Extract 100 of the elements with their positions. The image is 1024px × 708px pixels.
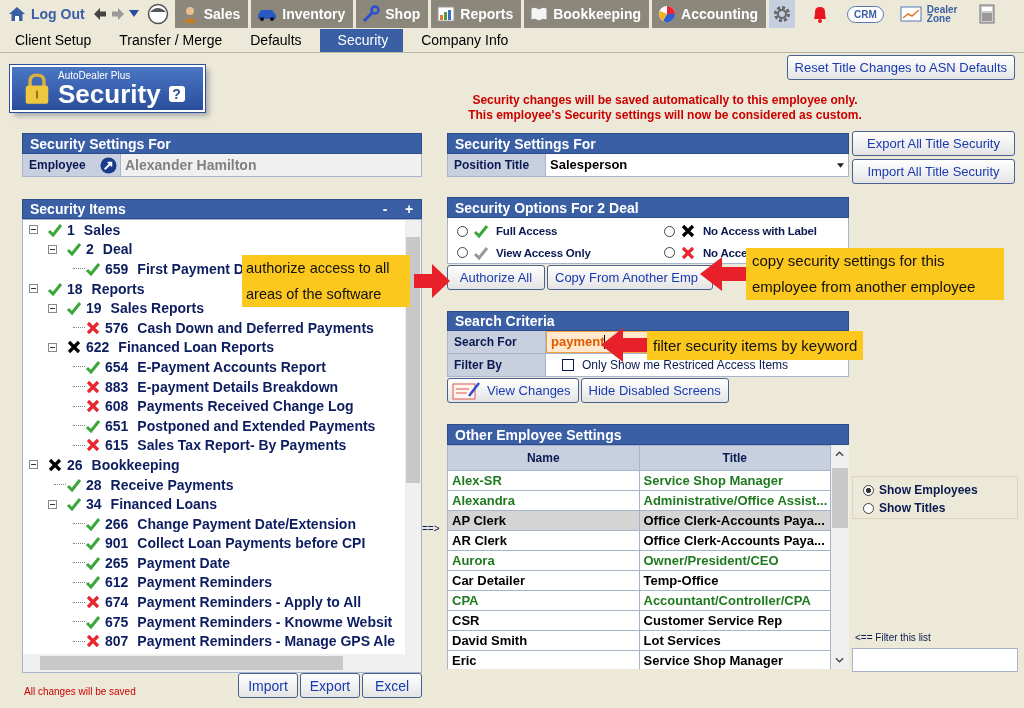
tree-item[interactable]: Sales Tax Report- By Payments bbox=[137, 437, 347, 454]
tree-item[interactable]: Payment Reminders - Knowme Websit bbox=[137, 613, 393, 630]
table-row[interactable]: CPA Accountant/Controller/CPA bbox=[447, 590, 831, 611]
nav-tab[interactable]: Reports bbox=[431, 0, 522, 28]
tree-toggle-icon[interactable] bbox=[29, 225, 38, 235]
chart-screen-icon[interactable] bbox=[899, 6, 922, 22]
table-row[interactable]: Eric Service Shop Manager bbox=[447, 650, 831, 669]
crm-button[interactable]: CRM bbox=[847, 5, 884, 23]
column-header[interactable]: Title bbox=[639, 445, 831, 471]
expand-all-button[interactable]: + bbox=[397, 200, 421, 218]
table-row[interactable]: AP Clerk Office Clerk-Accounts Paya... bbox=[447, 510, 831, 531]
tree-item[interactable]: Payment Reminders - Manage GPS Ale bbox=[137, 633, 396, 650]
tree-item[interactable]: Bookkeeping bbox=[91, 456, 180, 473]
column-header[interactable]: Name bbox=[447, 445, 639, 471]
home-icon[interactable] bbox=[7, 4, 27, 24]
action-button[interactable]: Copy From Another Emp bbox=[547, 265, 713, 290]
collapse-all-button[interactable]: - bbox=[373, 200, 397, 218]
settings-icon[interactable] bbox=[772, 4, 793, 24]
tree-toggle-icon[interactable] bbox=[48, 244, 57, 254]
tree-item[interactable]: Reports bbox=[91, 280, 145, 297]
tree-toggle-icon[interactable] bbox=[29, 284, 38, 294]
scroll-down-icon[interactable] bbox=[835, 657, 844, 663]
item-number: 675 bbox=[105, 613, 129, 630]
tree-item[interactable]: Deal bbox=[102, 241, 133, 258]
tree-item[interactable]: Sales Reports bbox=[110, 300, 204, 317]
table-cell: Alex-SR bbox=[447, 470, 639, 491]
action-button[interactable]: Import bbox=[238, 673, 298, 698]
pointer-arrow bbox=[414, 264, 450, 298]
tree-item[interactable]: Postponed and Extended Payments bbox=[137, 417, 376, 434]
tab[interactable]: Company Info bbox=[411, 29, 519, 52]
action-button[interactable]: Export bbox=[300, 673, 360, 698]
table-row[interactable]: Alex-SR Service Shop Manager bbox=[447, 470, 831, 491]
vertical-scrollbar[interactable] bbox=[831, 445, 849, 669]
logout-link[interactable]: Log Out bbox=[31, 6, 85, 22]
horizontal-scrollbar[interactable] bbox=[23, 654, 421, 672]
tab[interactable]: Transfer / Merge bbox=[109, 29, 233, 52]
radio-button[interactable] bbox=[664, 247, 675, 258]
dealer-zone-link[interactable]: Dealer Zone bbox=[926, 5, 967, 23]
table-cell: Administrative/Office Assist... bbox=[639, 490, 831, 511]
scroll-thumb[interactable] bbox=[832, 468, 848, 528]
position-title-dropdown[interactable]: Salesperson bbox=[546, 154, 848, 176]
tree-item[interactable]: Payment Reminders - Apply to All bbox=[137, 594, 362, 611]
dropdown-caret-icon[interactable] bbox=[128, 10, 139, 18]
calculator-icon[interactable] bbox=[978, 4, 995, 24]
action-button[interactable]: Authorize All bbox=[447, 265, 545, 290]
nav-tab[interactable]: Accounting bbox=[652, 0, 767, 28]
tree-toggle-icon[interactable] bbox=[48, 303, 57, 313]
radio-button[interactable] bbox=[457, 225, 468, 237]
book-icon bbox=[530, 6, 549, 22]
nav-tab[interactable]: Shop bbox=[356, 0, 429, 28]
item-number: 674 bbox=[105, 594, 129, 611]
report-icon bbox=[437, 6, 456, 22]
action-button[interactable]: Hide Disabled Screens bbox=[580, 378, 729, 403]
vertical-scrollbar[interactable] bbox=[405, 220, 421, 654]
tree-item[interactable]: Financed Loan Reports bbox=[118, 339, 274, 356]
table-row[interactable]: David Smith Lot Services bbox=[447, 630, 831, 651]
filter-field[interactable] bbox=[852, 648, 1018, 672]
tree-item[interactable]: Change Payment Date/Extension bbox=[137, 515, 356, 532]
tree-item[interactable]: Payments Received Change Log bbox=[137, 398, 354, 415]
tab[interactable]: Defaults bbox=[240, 29, 312, 52]
radio-button[interactable] bbox=[664, 225, 675, 237]
reset-title-changes-button[interactable]: Reset Title Changes to ASN Defaults bbox=[786, 55, 1015, 80]
tree-item[interactable]: Payment Reminders bbox=[137, 574, 272, 591]
table-row[interactable]: CSR Customer Service Rep bbox=[447, 610, 831, 631]
back-arrow-icon[interactable] bbox=[92, 7, 107, 21]
action-button[interactable]: Excel bbox=[362, 673, 422, 698]
tree-toggle-icon[interactable] bbox=[29, 460, 38, 470]
table-row[interactable]: Car Detailer Temp-Office bbox=[447, 570, 831, 591]
tree-item[interactable]: Cash Down and Deferred Payments bbox=[137, 319, 374, 336]
nav-tab[interactable]: Bookkeeping bbox=[524, 0, 650, 28]
radio-button[interactable] bbox=[863, 484, 874, 496]
help-button[interactable]: ? bbox=[168, 85, 185, 102]
radio-button[interactable] bbox=[863, 502, 874, 514]
avatar-icon[interactable] bbox=[146, 3, 169, 25]
nav-tab[interactable]: Inventory bbox=[251, 0, 354, 28]
table-cell: Aurora bbox=[447, 550, 639, 571]
item-number: 19 bbox=[86, 300, 102, 317]
tree-toggle-icon[interactable] bbox=[48, 342, 57, 352]
table-cell: David Smith bbox=[447, 630, 639, 651]
tree-item[interactable]: Collect Loan Payments before CPI bbox=[137, 535, 366, 552]
tree-item[interactable]: E-payment Details Breakdown bbox=[137, 378, 339, 395]
tab[interactable]: Security bbox=[319, 29, 404, 52]
table-row[interactable]: Alexandra Administrative/Office Assist... bbox=[447, 490, 831, 511]
action-button[interactable]: Import All Title Security bbox=[852, 159, 1015, 184]
view-changes-button[interactable]: View Changes bbox=[447, 378, 579, 403]
scroll-up-icon[interactable] bbox=[835, 451, 844, 457]
radio-button[interactable] bbox=[457, 247, 468, 258]
tree-toggle-icon[interactable] bbox=[48, 499, 57, 509]
tab[interactable]: Client Setup bbox=[5, 29, 102, 52]
table-cell: Lot Services bbox=[639, 630, 831, 651]
tree-item[interactable]: Sales bbox=[83, 221, 121, 238]
nav-tab[interactable]: Sales bbox=[174, 0, 249, 28]
table-row[interactable]: AR Clerk Office Clerk-Accounts Paya... bbox=[447, 530, 831, 551]
checkbox[interactable] bbox=[562, 359, 574, 371]
action-button[interactable]: Export All Title Security bbox=[852, 131, 1015, 156]
tree-item[interactable]: Financed Loans bbox=[110, 496, 218, 513]
tree-item[interactable]: Receive Payments bbox=[110, 476, 234, 493]
tree-item[interactable]: Payment Date bbox=[137, 554, 230, 571]
table-row[interactable]: Aurora Owner/President/CEO bbox=[447, 550, 831, 571]
tree-item[interactable]: E-Payment Accounts Report bbox=[137, 358, 326, 375]
